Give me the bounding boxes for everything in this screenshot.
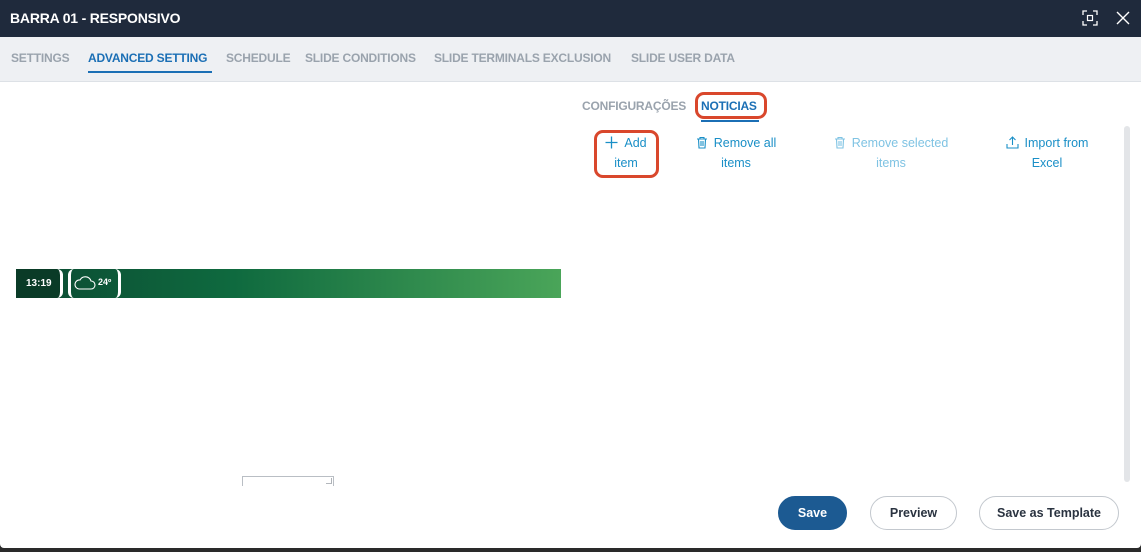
active-tab-indicator — [88, 71, 212, 73]
resize-input[interactable] — [242, 476, 334, 486]
tab-slide-conditions[interactable]: SLIDE CONDITIONS — [305, 51, 416, 65]
temperature: 24º — [98, 277, 112, 287]
trash-icon — [696, 136, 707, 149]
subtab-configuracoes[interactable]: CONFIGURAÇÕES — [582, 99, 686, 113]
resize-handle-icon — [326, 478, 332, 484]
main-tabs: SETTINGS ADVANCED SETTING SCHEDULE SLIDE… — [0, 37, 1141, 82]
subtab-noticias[interactable]: NOTICIAS — [701, 99, 757, 113]
scrollbar[interactable] — [1124, 126, 1130, 482]
upload-icon — [1005, 136, 1019, 149]
slide-preview-banner: 13:19 24º — [16, 269, 561, 298]
add-item-button[interactable]: Add item — [599, 133, 653, 173]
title-bar: BARRA 01 - RESPONSIVO — [0, 0, 1141, 37]
clock-widget: 13:19 — [16, 269, 63, 298]
plus-icon — [605, 136, 618, 149]
remove-selected-label-1: Remove selected — [851, 136, 949, 150]
add-item-label-1: Add — [624, 136, 647, 150]
save-as-template-button[interactable]: Save as Template — [979, 496, 1119, 530]
background-strip — [0, 548, 1141, 552]
remove-selected-items-button[interactable]: Remove selected items — [825, 133, 957, 173]
save-button[interactable]: Save — [778, 496, 847, 530]
remove-all-label-1: Remove all — [713, 136, 777, 150]
close-icon[interactable] — [1114, 9, 1132, 27]
weather-widget: 24º — [68, 269, 121, 298]
preview-button[interactable]: Preview — [870, 496, 957, 530]
add-item-label-2: item — [614, 156, 638, 170]
tab-slide-terminals-exclusion[interactable]: SLIDE TERMINALS EXCLUSION — [434, 51, 611, 65]
remove-all-label-2: items — [721, 156, 751, 170]
import-label-1: Import from — [1024, 136, 1089, 150]
import-label-2: Excel — [1031, 156, 1063, 170]
window-title: BARRA 01 - RESPONSIVO — [10, 10, 181, 26]
active-subtab-indicator — [701, 120, 759, 122]
expand-icon[interactable] — [1081, 9, 1099, 27]
clock-time: 13:19 — [26, 278, 52, 289]
remove-all-items-button[interactable]: Remove all items — [688, 133, 784, 173]
remove-selected-label-2: items — [876, 156, 906, 170]
tab-slide-user-data[interactable]: SLIDE USER DATA — [631, 51, 735, 65]
tab-settings[interactable]: SETTINGS — [11, 51, 70, 65]
tab-schedule[interactable]: SCHEDULE — [226, 51, 291, 65]
import-from-excel-button[interactable]: Import from Excel — [996, 133, 1098, 173]
cloud-icon — [74, 276, 96, 290]
slide-editor-modal: BARRA 01 - RESPONSIVO SETTINGS ADVANCED … — [0, 0, 1141, 548]
trash-icon — [834, 136, 845, 149]
tab-advanced-setting[interactable]: ADVANCED SETTING — [88, 51, 207, 65]
